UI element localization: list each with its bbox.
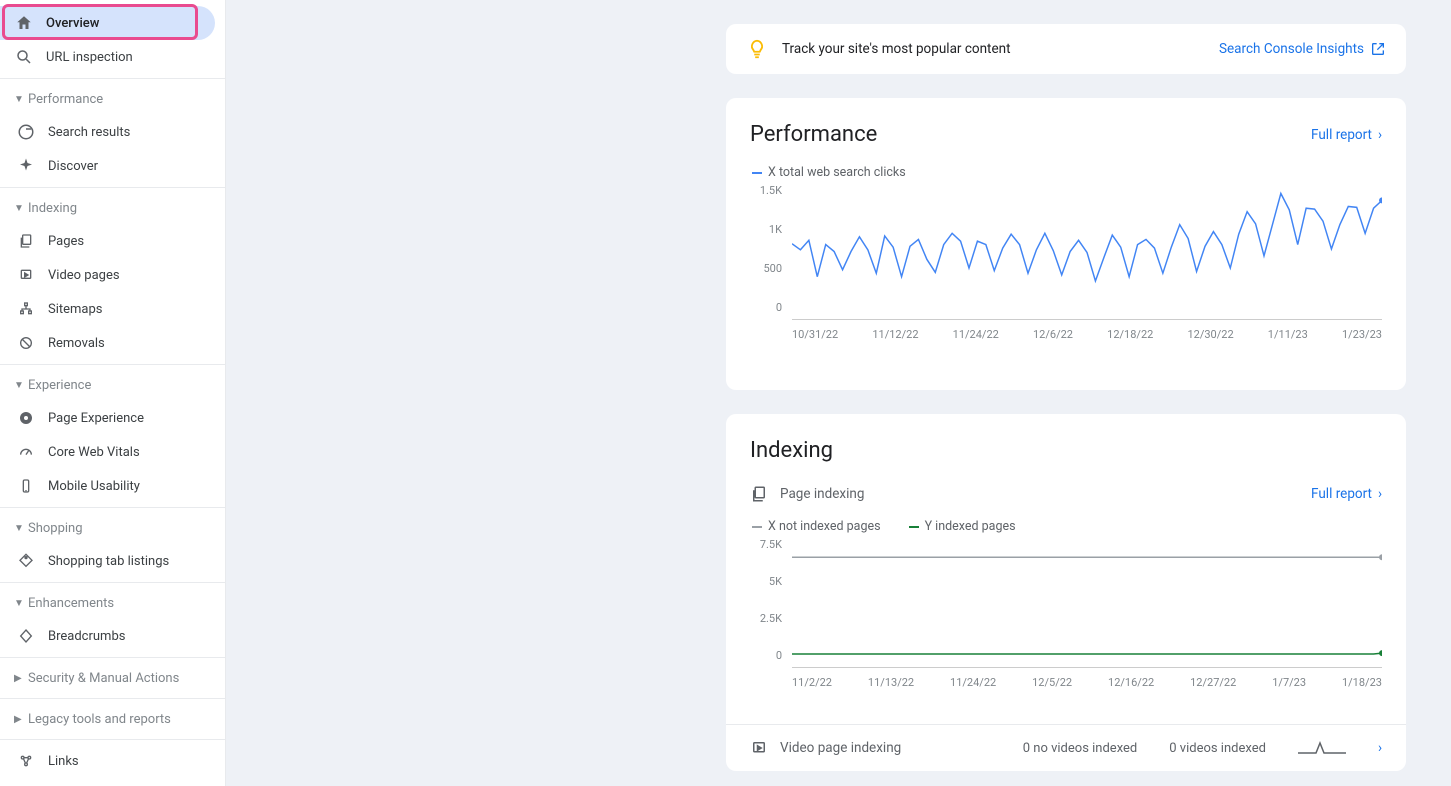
- mobile-icon: [16, 476, 36, 496]
- chevron-right-icon[interactable]: ›: [1378, 740, 1382, 756]
- nav-overview-label: Overview: [46, 16, 99, 31]
- speedometer-icon: [16, 442, 36, 462]
- pages-icon: [750, 485, 768, 503]
- asterisk-icon: [16, 156, 36, 176]
- tag-icon: [16, 551, 36, 571]
- caret-down-icon: ▼: [14, 598, 24, 609]
- nav-section-enhancements[interactable]: ▼ Enhancements: [0, 587, 225, 619]
- nav-url-inspection-label: URL inspection: [46, 50, 133, 65]
- google-g-icon: [16, 122, 36, 142]
- videos-indexed-stat: 0 videos indexed: [1169, 741, 1266, 756]
- sidebar: Overview URL inspection ▼ Performance Se…: [0, 0, 226, 786]
- nav-section-performance[interactable]: ▼ Performance: [0, 83, 225, 115]
- page-experience-icon: [16, 408, 36, 428]
- nav-section-security[interactable]: ▶ Security & Manual Actions: [0, 662, 225, 694]
- chevron-right-icon: ›: [1378, 127, 1382, 143]
- nav-discover[interactable]: Discover: [0, 149, 225, 183]
- nav-breadcrumbs[interactable]: Breadcrumbs: [0, 619, 225, 653]
- insights-banner-card: Track your site's most popular content S…: [726, 24, 1406, 74]
- nav-sitemaps[interactable]: Sitemaps: [0, 292, 225, 326]
- nav-overview[interactable]: Overview: [0, 6, 215, 40]
- nav-section-legacy[interactable]: ▶ Legacy tools and reports: [0, 703, 225, 735]
- nav-removals[interactable]: Removals: [0, 326, 225, 360]
- caret-right-icon: ▶: [14, 714, 24, 725]
- home-icon: [14, 13, 34, 33]
- banner-text: Track your site's most popular content: [782, 41, 1219, 57]
- performance-card: Performance Full report › X total web se…: [726, 98, 1406, 390]
- links-icon: [16, 751, 36, 771]
- page-indexing-label: Page indexing: [780, 486, 864, 502]
- caret-down-icon: ▼: [14, 203, 24, 214]
- lightbulb-icon: [746, 38, 768, 60]
- caret-down-icon: ▼: [14, 380, 24, 391]
- main-content: Track your site's most popular content S…: [226, 0, 1451, 786]
- external-link-icon: [1370, 41, 1386, 57]
- performance-title: Performance: [750, 122, 877, 147]
- indexing-full-report-link[interactable]: Full report ›: [1311, 486, 1382, 502]
- removals-icon: [16, 333, 36, 353]
- nav-page-experience[interactable]: Page Experience: [0, 401, 225, 435]
- nav-url-inspection[interactable]: URL inspection: [0, 40, 225, 74]
- nav-section-experience[interactable]: ▼ Experience: [0, 369, 225, 401]
- nav-links[interactable]: Links: [0, 744, 225, 778]
- insights-link[interactable]: Search Console Insights: [1219, 41, 1386, 57]
- video-page-indexing-row[interactable]: Video page indexing 0 no videos indexed …: [726, 724, 1406, 771]
- video-pages-icon: [750, 739, 768, 757]
- caret-down-icon: ▼: [14, 523, 24, 534]
- sitemap-icon: [16, 299, 36, 319]
- nav-section-indexing[interactable]: ▼ Indexing: [0, 192, 225, 224]
- indexing-chart: 7.5K5K2.5K0 11/2/2211/13/2211/24/2212/5/…: [750, 544, 1382, 704]
- caret-down-icon: ▼: [14, 94, 24, 105]
- indexing-legend: X not indexed pages Y indexed pages: [750, 519, 1382, 534]
- magnifier-icon: [14, 47, 34, 67]
- performance-full-report-link[interactable]: Full report ›: [1311, 127, 1382, 143]
- nav-mobile-usability[interactable]: Mobile Usability: [0, 469, 225, 503]
- nav-pages[interactable]: Pages: [0, 224, 225, 258]
- performance-legend: X total web search clicks: [750, 165, 1382, 180]
- video-pages-icon: [16, 265, 36, 285]
- nav-search-results[interactable]: Search results: [0, 115, 225, 149]
- sparkline-icon: [1298, 741, 1346, 755]
- performance-chart: 1.5K1K5000 10/31/2211/12/2211/24/2212/6/…: [750, 190, 1382, 370]
- indexing-title: Indexing: [750, 438, 833, 463]
- chevron-right-icon: ›: [1378, 486, 1382, 502]
- nav-settings[interactable]: Settings: [0, 778, 225, 786]
- video-indexing-label: Video page indexing: [780, 740, 901, 756]
- nav-video-pages[interactable]: Video pages: [0, 258, 225, 292]
- no-videos-stat: 0 no videos indexed: [1023, 741, 1138, 756]
- pages-icon: [16, 231, 36, 251]
- nav-section-shopping[interactable]: ▼ Shopping: [0, 512, 225, 544]
- diamond-icon: [16, 626, 36, 646]
- nav-shopping-tab[interactable]: Shopping tab listings: [0, 544, 225, 578]
- caret-right-icon: ▶: [14, 673, 24, 684]
- indexing-card: Indexing Page indexing Full report › X n…: [726, 414, 1406, 771]
- nav-core-web-vitals[interactable]: Core Web Vitals: [0, 435, 225, 469]
